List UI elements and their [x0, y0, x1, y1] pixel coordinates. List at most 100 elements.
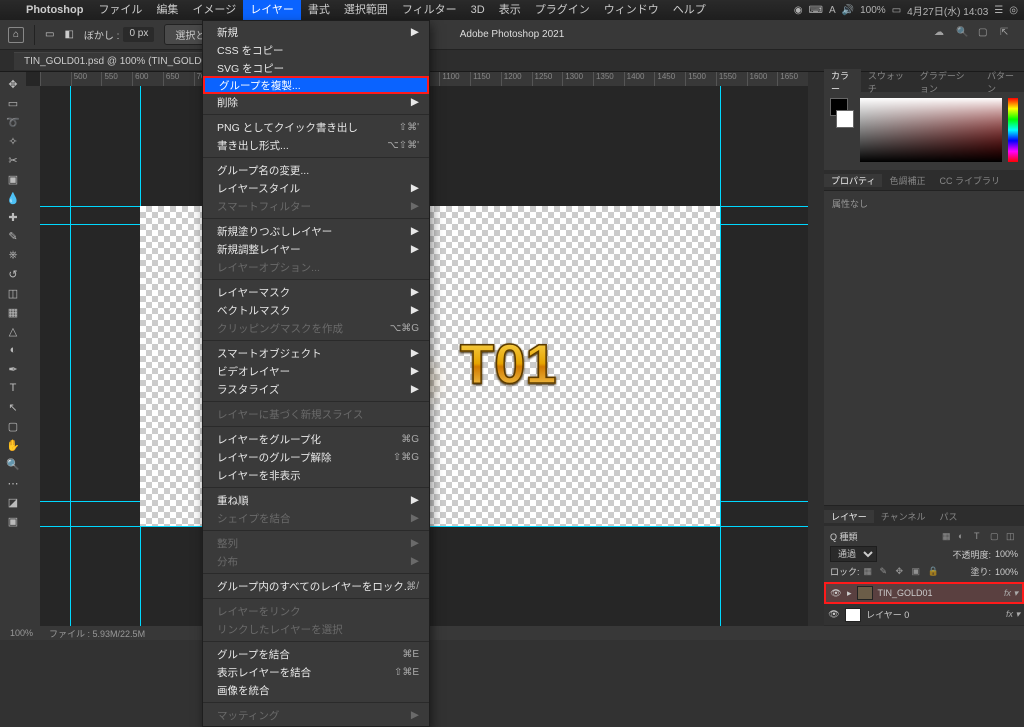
panel-tab[interactable]: 色調補正	[882, 174, 932, 187]
lock-pixel-icon[interactable]: ✎	[880, 566, 892, 578]
layer-thumbnail[interactable]	[857, 586, 873, 600]
control-center-icon[interactable]: ◎	[1009, 5, 1018, 16]
menu-item[interactable]: 削除▶	[203, 93, 429, 111]
expand-icon[interactable]: ▸	[847, 588, 852, 599]
layer-row[interactable]: 👁▸TIN_GOLD01fx ▾	[824, 582, 1024, 604]
filter-shape-icon[interactable]: ▢	[990, 531, 1002, 543]
guide-vertical[interactable]	[720, 86, 721, 626]
hand-tool[interactable]: ✋	[0, 436, 26, 454]
hue-slider[interactable]	[1008, 98, 1018, 162]
menu-item[interactable]: 新規調整レイヤー▶	[203, 240, 429, 258]
lasso-tool[interactable]: ➰	[0, 113, 26, 131]
cloud-icon[interactable]: ☁	[934, 27, 950, 43]
filter-adjust-icon[interactable]: ◐	[958, 531, 970, 543]
menu-item[interactable]: グループ内のすべてのレイヤーをロック...⌘/	[203, 577, 429, 595]
guide-vertical[interactable]	[70, 86, 71, 626]
panel-tab[interactable]: CC ライブラリ	[932, 174, 1007, 187]
zoom-level[interactable]: 100%	[10, 628, 33, 638]
menu-item[interactable]: 新規塗りつぶしレイヤー▶	[203, 222, 429, 240]
heal-tool[interactable]: ✚	[0, 208, 26, 226]
lock-trans-icon[interactable]: ▦	[864, 566, 876, 578]
spotlight-icon[interactable]: ☰	[994, 5, 1003, 16]
menu-レイヤー[interactable]: レイヤー	[243, 0, 301, 20]
menu-item[interactable]: グループを複製...	[203, 76, 429, 94]
menu-item[interactable]: ラスタライズ▶	[203, 380, 429, 398]
layer-fx-badge[interactable]: fx ▾	[1004, 588, 1018, 599]
menu-item[interactable]: SVG をコピー	[203, 59, 429, 77]
menu-イメージ[interactable]: イメージ	[185, 0, 243, 20]
menu-item[interactable]: スマートオブジェクト▶	[203, 344, 429, 362]
blend-mode-select[interactable]: 通過	[830, 546, 877, 562]
marquee-icon[interactable]: ▭	[45, 29, 54, 40]
layer-filter-kind[interactable]: Q 種類	[830, 530, 858, 543]
opacity-value[interactable]: 100%	[995, 549, 1018, 559]
blur-tool[interactable]: △	[0, 322, 26, 340]
menu-item[interactable]: ビデオレイヤー▶	[203, 362, 429, 380]
pen-tool[interactable]: ✒	[0, 360, 26, 378]
menu-item[interactable]: 表示レイヤーを結合⇧⌘E	[203, 663, 429, 681]
menu-ヘルプ[interactable]: ヘルプ	[666, 0, 713, 20]
menu-表示[interactable]: 表示	[492, 0, 528, 20]
history-brush-tool[interactable]: ↺	[0, 265, 26, 283]
menu-item[interactable]: レイヤーを非表示	[203, 466, 429, 484]
volume-icon[interactable]: 🔊	[842, 5, 854, 16]
type-tool[interactable]: T	[0, 379, 26, 397]
wifi-icon[interactable]: ◉	[794, 5, 803, 16]
menu-プラグイン[interactable]: プラグイン	[528, 0, 597, 20]
panel-tab[interactable]: パス	[932, 510, 964, 523]
home-icon[interactable]: ⌂	[8, 27, 24, 43]
crop-tool[interactable]: ✂	[0, 151, 26, 169]
gradient-tool[interactable]: ▦	[0, 303, 26, 321]
path-tool[interactable]: ↖	[0, 398, 26, 416]
menu-item[interactable]: PNG としてクイック書き出し⇧⌘'	[203, 118, 429, 136]
collapsed-panel-strip[interactable]	[808, 72, 824, 626]
lock-all-icon[interactable]: 🔒	[928, 566, 940, 578]
panel-tab[interactable]: プロパティ	[824, 174, 882, 187]
menu-item[interactable]: レイヤースタイル▶	[203, 179, 429, 197]
frame-tool[interactable]: ▣	[0, 170, 26, 188]
move-tool[interactable]: ✥	[0, 75, 26, 93]
blur-value[interactable]: 0 px	[123, 27, 154, 42]
menu-item[interactable]: ベクトルマスク▶	[203, 301, 429, 319]
menu-ファイル[interactable]: ファイル	[91, 0, 149, 20]
wand-tool[interactable]: ✧	[0, 132, 26, 150]
menu-item[interactable]: CSS をコピー	[203, 41, 429, 59]
lock-artboard-icon[interactable]: ▣	[912, 566, 924, 578]
visibility-icon[interactable]: 👁	[830, 588, 842, 599]
menu-item[interactable]: レイヤーのグループ解除⇧⌘G	[203, 448, 429, 466]
filter-smart-icon[interactable]: ◫	[1006, 531, 1018, 543]
search-icon[interactable]: 🔍	[956, 27, 972, 43]
menu-選択範囲[interactable]: 選択範囲	[337, 0, 395, 20]
canvas-text-layer[interactable]: T01	[460, 331, 557, 396]
marquee-tool[interactable]: ▭	[0, 94, 26, 112]
fg-bg-swatch[interactable]: ◪	[0, 493, 26, 511]
menu-フィルター[interactable]: フィルター	[395, 0, 464, 20]
menu-編集[interactable]: 編集	[149, 0, 185, 20]
layer-thumbnail[interactable]	[845, 608, 861, 622]
panel-tab[interactable]: チャンネル	[874, 510, 933, 523]
eyedropper-tool[interactable]: 💧	[0, 189, 26, 207]
a-icon[interactable]: A	[829, 5, 836, 16]
background-swatch[interactable]	[836, 110, 854, 128]
dodge-tool[interactable]: ◐	[0, 341, 26, 359]
shape-tool[interactable]: ▢	[0, 417, 26, 435]
menu-item[interactable]: 新規▶	[203, 23, 429, 41]
edit-toolbar[interactable]: ⋯	[0, 474, 26, 492]
layer-fx-badge[interactable]: fx ▾	[1006, 609, 1020, 620]
menu-書式[interactable]: 書式	[301, 0, 337, 20]
share-icon[interactable]: ⇱	[1000, 27, 1016, 43]
keyboard-icon[interactable]: ⌨	[809, 5, 823, 16]
menu-item[interactable]: グループ名の変更...	[203, 161, 429, 179]
filter-pixel-icon[interactable]: ▦	[942, 531, 954, 543]
fill-value[interactable]: 100%	[995, 567, 1018, 577]
battery-icon[interactable]: ▭	[892, 5, 901, 16]
layer-row[interactable]: 👁レイヤー 0fx ▾	[824, 604, 1024, 626]
menu-item[interactable]: 重ね順▶	[203, 491, 429, 509]
tool-preset-icon[interactable]: ◧	[64, 29, 73, 40]
ruler-vertical[interactable]	[26, 86, 40, 626]
workspace-icon[interactable]: ▢	[978, 27, 994, 43]
stamp-tool[interactable]: ⎈	[0, 246, 26, 264]
lock-pos-icon[interactable]: ✥	[896, 566, 908, 578]
quickmask-icon[interactable]: ▣	[0, 512, 26, 530]
visibility-icon[interactable]: 👁	[828, 609, 840, 620]
